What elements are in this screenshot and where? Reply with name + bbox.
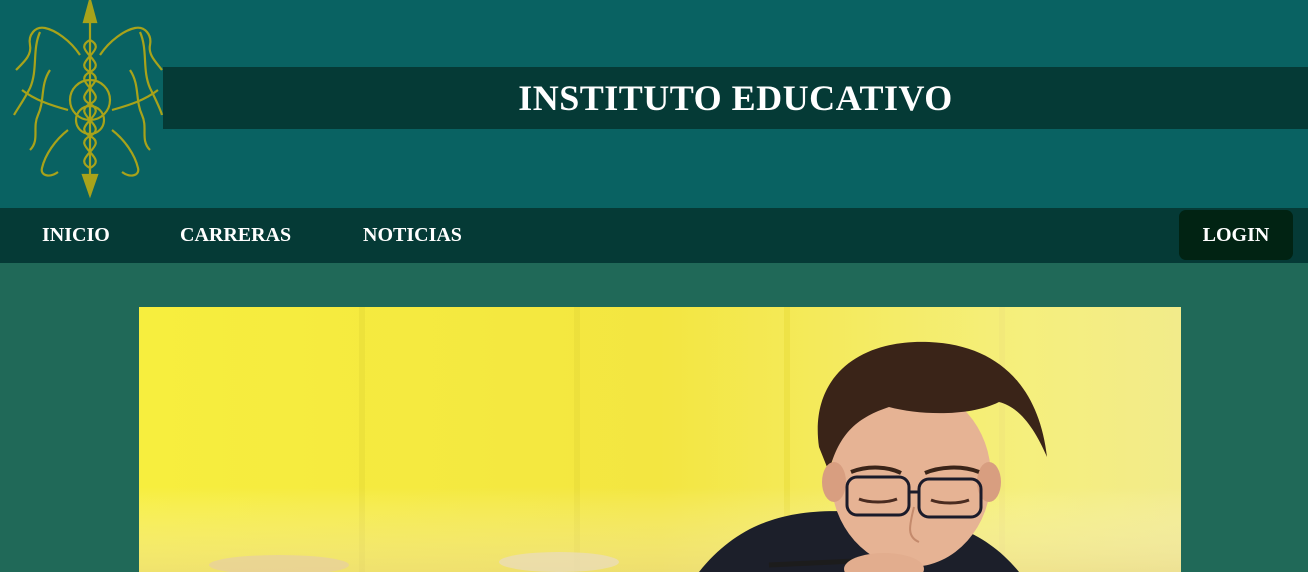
nav-item-inicio[interactable]: INICIO	[42, 208, 110, 263]
crest-logo-icon[interactable]	[10, 0, 165, 200]
nav-item-noticias[interactable]: NOTICIAS	[363, 208, 462, 263]
hero-image	[139, 307, 1181, 572]
title-band: INSTITUTO EDUCATIVO	[163, 67, 1308, 129]
site-title: INSTITUTO EDUCATIVO	[518, 78, 953, 118]
nav-item-carreras[interactable]: CARRERAS	[180, 208, 291, 263]
main-navbar: INICIO CARRERAS NOTICIAS	[0, 208, 1308, 263]
login-button[interactable]: LOGIN	[1179, 210, 1293, 260]
